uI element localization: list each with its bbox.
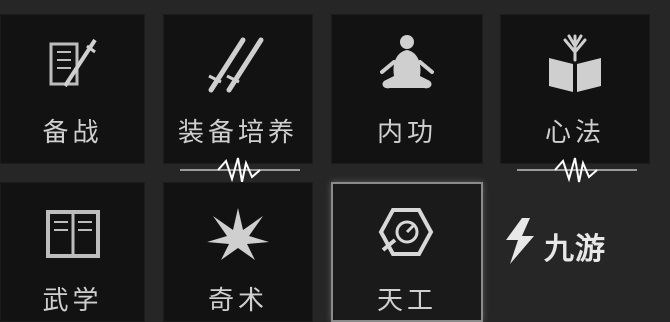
- book-sword-icon: [49, 38, 97, 88]
- tile-label: 武学: [42, 286, 103, 316]
- tile-wuxue[interactable]: 武学: [0, 182, 145, 322]
- tile-label: 内功: [376, 118, 437, 148]
- jiuyou-logo-icon: [506, 218, 534, 264]
- scroll-book-icon: [45, 210, 100, 258]
- waveform-divider-icon: [180, 157, 300, 183]
- gear-tool-icon: [378, 208, 434, 256]
- swords-icon: [208, 37, 264, 93]
- tile-label: 奇术: [207, 286, 268, 316]
- watermark: 九游: [498, 212, 638, 272]
- tile-neigong[interactable]: 内功: [331, 14, 483, 164]
- burst-icon: [207, 208, 269, 260]
- waveform-divider-icon: [517, 157, 637, 183]
- tile-zhuangbei[interactable]: 装备培养: [163, 14, 313, 164]
- tile-xinfa[interactable]: 心法: [500, 14, 650, 164]
- tile-label: 天工: [376, 286, 437, 316]
- open-book-icon: [549, 34, 601, 92]
- tile-label: 装备培养: [177, 118, 298, 148]
- tile-beizhan[interactable]: 备战: [0, 14, 145, 164]
- tile-label: 备战: [42, 118, 103, 148]
- watermark-text: 九游: [544, 232, 606, 267]
- meditation-icon: [380, 35, 434, 89]
- tile-tiangong[interactable]: 天工: [331, 182, 483, 322]
- tile-qishu[interactable]: 奇术: [163, 182, 313, 322]
- tile-label: 心法: [544, 118, 605, 148]
